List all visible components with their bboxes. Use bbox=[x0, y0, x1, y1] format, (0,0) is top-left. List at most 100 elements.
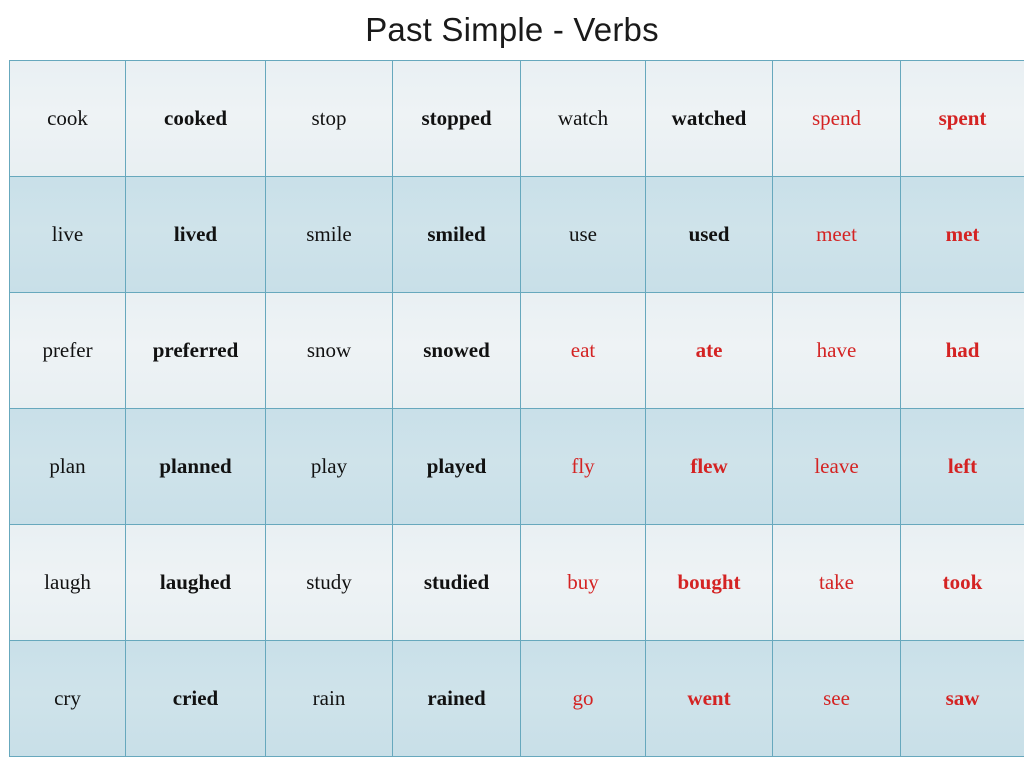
verb-cell-base-irregular: fly bbox=[520, 408, 646, 525]
verb-cell-base-regular: use bbox=[520, 176, 646, 293]
verb-cell-base-regular: live bbox=[9, 176, 126, 293]
verb-cell-base-irregular: spend bbox=[772, 60, 901, 177]
verb-text: snowed bbox=[423, 337, 490, 362]
verb-cell-past-irregular: flew bbox=[645, 408, 773, 525]
verb-cell-base-irregular: see bbox=[772, 640, 901, 757]
slide-page: Past Simple - Verbs cook cooked stop stoppe… bbox=[0, 0, 1024, 767]
verb-text: use bbox=[569, 221, 597, 246]
verb-cell-base-regular: cook bbox=[9, 60, 126, 177]
verb-cell-base-regular: cry bbox=[9, 640, 126, 757]
verb-text: buy bbox=[567, 569, 599, 594]
verb-cell-past-irregular: spent bbox=[900, 60, 1024, 177]
verb-cell-base-regular: laugh bbox=[9, 524, 126, 641]
verb-cell-base-irregular: leave bbox=[772, 408, 901, 525]
verb-text: planned bbox=[159, 453, 232, 478]
verb-text: took bbox=[942, 569, 983, 594]
verb-cell-past-regular: rained bbox=[392, 640, 521, 757]
verb-text: laugh bbox=[44, 569, 91, 594]
verb-cell-base-regular: smile bbox=[265, 176, 393, 293]
verb-cell-base-regular: watch bbox=[520, 60, 646, 177]
verb-cell-past-irregular: had bbox=[900, 292, 1024, 409]
verb-text: snow bbox=[306, 337, 352, 362]
verb-text: ate bbox=[695, 337, 723, 362]
verb-text: study bbox=[306, 569, 352, 594]
verb-text: saw bbox=[945, 685, 980, 710]
verb-text: played bbox=[426, 453, 487, 478]
verb-text: studied bbox=[423, 569, 490, 594]
verb-cell-past-regular: laughed bbox=[125, 524, 266, 641]
table-row: cook cooked stop stopped watch watched spend sp… bbox=[9, 60, 1024, 177]
verb-cell-base-regular: plan bbox=[9, 408, 126, 525]
title-bar: Past Simple - Verbs bbox=[0, 0, 1024, 58]
verb-text: see bbox=[823, 685, 850, 710]
table-row: cry cried rain rained go went see saw bbox=[9, 640, 1024, 757]
verb-cell-past-regular: planned bbox=[125, 408, 266, 525]
verb-table-container: cook cooked stop stopped watch watched spend sp… bbox=[9, 60, 1024, 757]
verb-cell-past-regular: stopped bbox=[392, 60, 521, 177]
verb-cell-past-regular: watched bbox=[645, 60, 773, 177]
verb-text: lived bbox=[173, 221, 218, 246]
verb-cell-base-regular: play bbox=[265, 408, 393, 525]
verb-text: fly bbox=[571, 453, 595, 478]
verb-text: went bbox=[687, 685, 731, 710]
verb-text: used bbox=[688, 221, 730, 246]
verb-text: eat bbox=[570, 337, 596, 362]
verb-cell-past-regular: preferred bbox=[125, 292, 266, 409]
verb-text: had bbox=[945, 337, 980, 362]
verb-cell-base-regular: snow bbox=[265, 292, 393, 409]
verb-cell-base-irregular: go bbox=[520, 640, 646, 757]
verb-cell-base-regular: stop bbox=[265, 60, 393, 177]
verb-text: rained bbox=[427, 685, 486, 710]
verb-cell-base-regular: study bbox=[265, 524, 393, 641]
verb-text: live bbox=[51, 221, 84, 246]
table-row: plan planned play played fly flew leave left bbox=[9, 408, 1024, 525]
verb-cell-base-irregular: take bbox=[772, 524, 901, 641]
verb-cell-past-regular: snowed bbox=[392, 292, 521, 409]
verb-text: cried bbox=[172, 685, 219, 710]
verb-text: preferred bbox=[152, 337, 239, 362]
verb-text: prefer bbox=[42, 337, 93, 362]
verb-cell-past-irregular: saw bbox=[900, 640, 1024, 757]
verb-cell-past-regular: smiled bbox=[392, 176, 521, 293]
verb-cell-base-irregular: meet bbox=[772, 176, 901, 293]
page-title: Past Simple - Verbs bbox=[365, 10, 659, 48]
verb-cell-past-regular: cooked bbox=[125, 60, 266, 177]
verb-text: go bbox=[572, 685, 594, 710]
verb-text: met bbox=[945, 221, 980, 246]
verb-cell-past-irregular: left bbox=[900, 408, 1024, 525]
verb-cell-past-irregular: took bbox=[900, 524, 1024, 641]
verb-text: stopped bbox=[421, 105, 492, 130]
verb-text: meet bbox=[816, 221, 857, 246]
verb-cell-base-irregular: buy bbox=[520, 524, 646, 641]
verb-text: cooked bbox=[164, 105, 227, 130]
verb-text: left bbox=[947, 453, 978, 478]
verb-cell-past-regular: cried bbox=[125, 640, 266, 757]
verb-cell-base-regular: rain bbox=[265, 640, 393, 757]
verb-text: cook bbox=[47, 105, 88, 130]
verb-cell-base-irregular: eat bbox=[520, 292, 646, 409]
verb-text: take bbox=[819, 569, 854, 594]
verb-cell-past-irregular: bought bbox=[645, 524, 773, 641]
verb-text: cry bbox=[54, 685, 81, 710]
verb-cell-past-regular: lived bbox=[125, 176, 266, 293]
verb-text: stop bbox=[311, 105, 347, 130]
verb-text: watch bbox=[557, 105, 609, 130]
verb-cell-base-irregular: have bbox=[772, 292, 901, 409]
table-row: laugh laughed study studied buy bought take too… bbox=[9, 524, 1024, 641]
verb-text: smiled bbox=[427, 221, 486, 246]
verb-text: play bbox=[310, 453, 348, 478]
verb-text: plan bbox=[49, 453, 86, 478]
table-row: live lived smile smiled use used meet met bbox=[9, 176, 1024, 293]
verb-text: spend bbox=[812, 105, 861, 130]
table-row: prefer preferred snow snowed eat ate have had bbox=[9, 292, 1024, 409]
verb-table-body: cook cooked stop stopped watch watched spend sp… bbox=[9, 60, 1024, 757]
verb-table: cook cooked stop stopped watch watched spend sp… bbox=[9, 60, 1024, 757]
verb-cell-past-irregular: ate bbox=[645, 292, 773, 409]
verb-cell-past-regular: studied bbox=[392, 524, 521, 641]
verb-cell-past-irregular: met bbox=[900, 176, 1024, 293]
verb-text: spent bbox=[938, 105, 987, 130]
verb-text: flew bbox=[690, 453, 728, 478]
verb-cell-past-irregular: went bbox=[645, 640, 773, 757]
verb-text: leave bbox=[814, 453, 859, 478]
verb-text: bought bbox=[677, 569, 741, 594]
